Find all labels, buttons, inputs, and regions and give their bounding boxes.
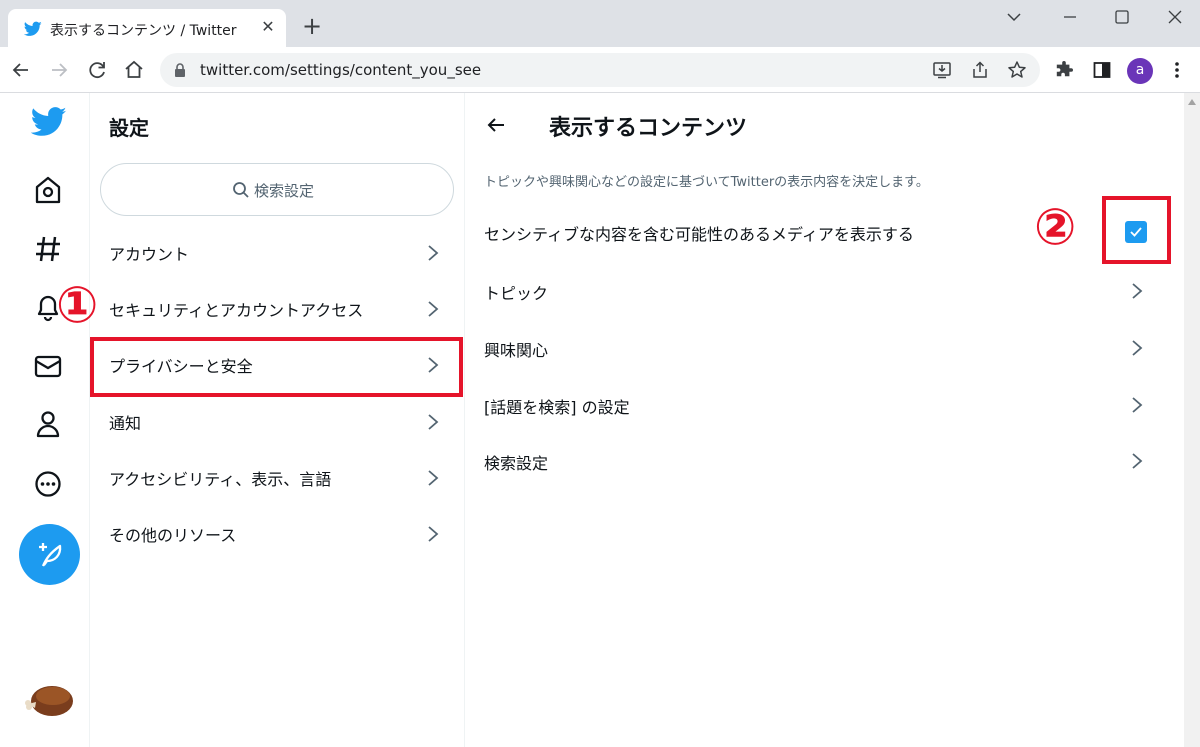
reload-icon[interactable] — [85, 58, 109, 82]
settings-menu-item-account[interactable]: アカウント — [90, 225, 464, 281]
lock-icon[interactable] — [174, 63, 186, 77]
annotation-number-2: ② — [1034, 198, 1077, 256]
menu-item-label: アカウント — [109, 245, 190, 264]
window-close-icon[interactable] — [1157, 6, 1193, 30]
chevron-right-icon — [428, 245, 439, 261]
search-placeholder: 検索設定 — [254, 182, 315, 200]
topics-row[interactable]: トピック — [465, 263, 1170, 319]
twitter-logo-icon[interactable] — [31, 106, 67, 138]
scroll-up-icon[interactable] — [1188, 99, 1196, 105]
chevron-right-icon — [428, 470, 439, 486]
tab-close-icon[interactable]: ✕ — [258, 17, 278, 37]
highlight-box-privacy — [90, 337, 463, 397]
sensitive-media-label: センシティブな内容を含む可能性のあるメディアを表示する — [484, 225, 914, 244]
highlight-box-checkbox — [1102, 196, 1171, 264]
maximize-icon[interactable] — [1104, 6, 1140, 30]
forward-icon[interactable] — [47, 58, 71, 82]
url-text[interactable]: twitter.com/settings/content_you_see — [200, 61, 481, 79]
home-nav-icon[interactable] — [31, 173, 65, 207]
row-label: [話題を検索] の設定 — [484, 398, 630, 417]
compose-tweet-button[interactable] — [19, 524, 80, 585]
chevron-right-icon — [428, 301, 439, 317]
settings-menu-item-notifications[interactable]: 通知 — [90, 394, 464, 450]
back-icon[interactable] — [9, 58, 33, 82]
new-tab-button[interactable]: + — [300, 14, 324, 39]
messages-envelope-icon[interactable] — [31, 349, 65, 383]
settings-title: 設定 — [109, 116, 149, 140]
row-label: トピック — [484, 284, 549, 303]
chevron-right-icon — [428, 414, 439, 430]
interests-row[interactable]: 興味関心 — [465, 320, 1170, 376]
tab-title: 表示するコンテンツ / Twitter — [50, 23, 237, 39]
more-circle-icon[interactable] — [31, 467, 65, 501]
menu-item-label: セキュリティとアカウントアクセス — [109, 301, 364, 320]
profile-person-icon[interactable] — [31, 407, 65, 441]
row-label: 検索設定 — [484, 454, 549, 473]
search-icon — [233, 182, 249, 198]
content-you-see-panel: 表示するコンテンツ トピックや興味関心などの設定に基づいてTwitterの表示内… — [465, 93, 1170, 747]
home-icon[interactable] — [122, 58, 146, 82]
chevron-right-icon — [1132, 340, 1143, 356]
user-avatar[interactable] — [22, 682, 76, 718]
menu-item-label: 通知 — [109, 414, 142, 433]
twitter-nav-rail — [0, 93, 90, 747]
page-scrollbar[interactable] — [1184, 93, 1200, 747]
address-bar[interactable]: twitter.com/settings/content_you_see — [160, 53, 1040, 87]
settings-menu-item-security[interactable]: セキュリティとアカウントアクセス — [90, 281, 464, 337]
install-app-icon[interactable] — [932, 60, 952, 80]
share-icon[interactable] — [970, 60, 990, 80]
bookmark-star-icon[interactable] — [1007, 60, 1027, 80]
feather-plus-icon — [39, 543, 62, 567]
twitter-bird-icon — [24, 21, 42, 36]
chevron-right-icon — [1132, 397, 1143, 413]
browser-profile-avatar[interactable]: a — [1127, 58, 1153, 84]
menu-item-label: その他のリソース — [109, 526, 237, 545]
more-vertical-icon[interactable] — [1167, 60, 1187, 80]
explore-hashtag-icon[interactable] — [31, 232, 65, 266]
tab-search-chevron-icon[interactable] — [996, 6, 1032, 30]
annotation-number-1: ① — [56, 276, 99, 334]
chevron-right-icon — [1132, 453, 1143, 469]
chevron-right-icon — [428, 526, 439, 542]
back-arrow-icon[interactable] — [484, 113, 508, 137]
extensions-icon[interactable] — [1055, 60, 1075, 80]
settings-column: 設定 検索設定 アカウント セキュリティとアカウントアクセス プライバシーと安全… — [90, 93, 465, 747]
explore-settings-row[interactable]: [話題を検索] の設定 — [465, 377, 1170, 433]
browser-toolbar: twitter.com/settings/content_you_see a — [0, 47, 1200, 93]
settings-menu-item-accessibility[interactable]: アクセシビリティ、表示、言語 — [90, 450, 464, 506]
side-panel-icon[interactable] — [1092, 60, 1112, 80]
minimize-icon[interactable] — [1052, 6, 1088, 30]
chevron-right-icon — [1132, 283, 1143, 299]
browser-tabstrip: 表示するコンテンツ / Twitter ✕ + — [0, 0, 1200, 47]
settings-menu-item-resources[interactable]: その他のリソース — [90, 506, 464, 562]
browser-tab[interactable]: 表示するコンテンツ / Twitter ✕ — [8, 9, 286, 47]
content-description: トピックや興味関心などの設定に基づいてTwitterの表示内容を決定します。 — [484, 175, 929, 190]
menu-item-label: アクセシビリティ、表示、言語 — [109, 470, 332, 489]
row-label: 興味関心 — [484, 341, 549, 360]
settings-search-input[interactable]: 検索設定 — [100, 163, 454, 216]
search-settings-row[interactable]: 検索設定 — [465, 433, 1170, 489]
content-title: 表示するコンテンツ — [549, 116, 748, 141]
